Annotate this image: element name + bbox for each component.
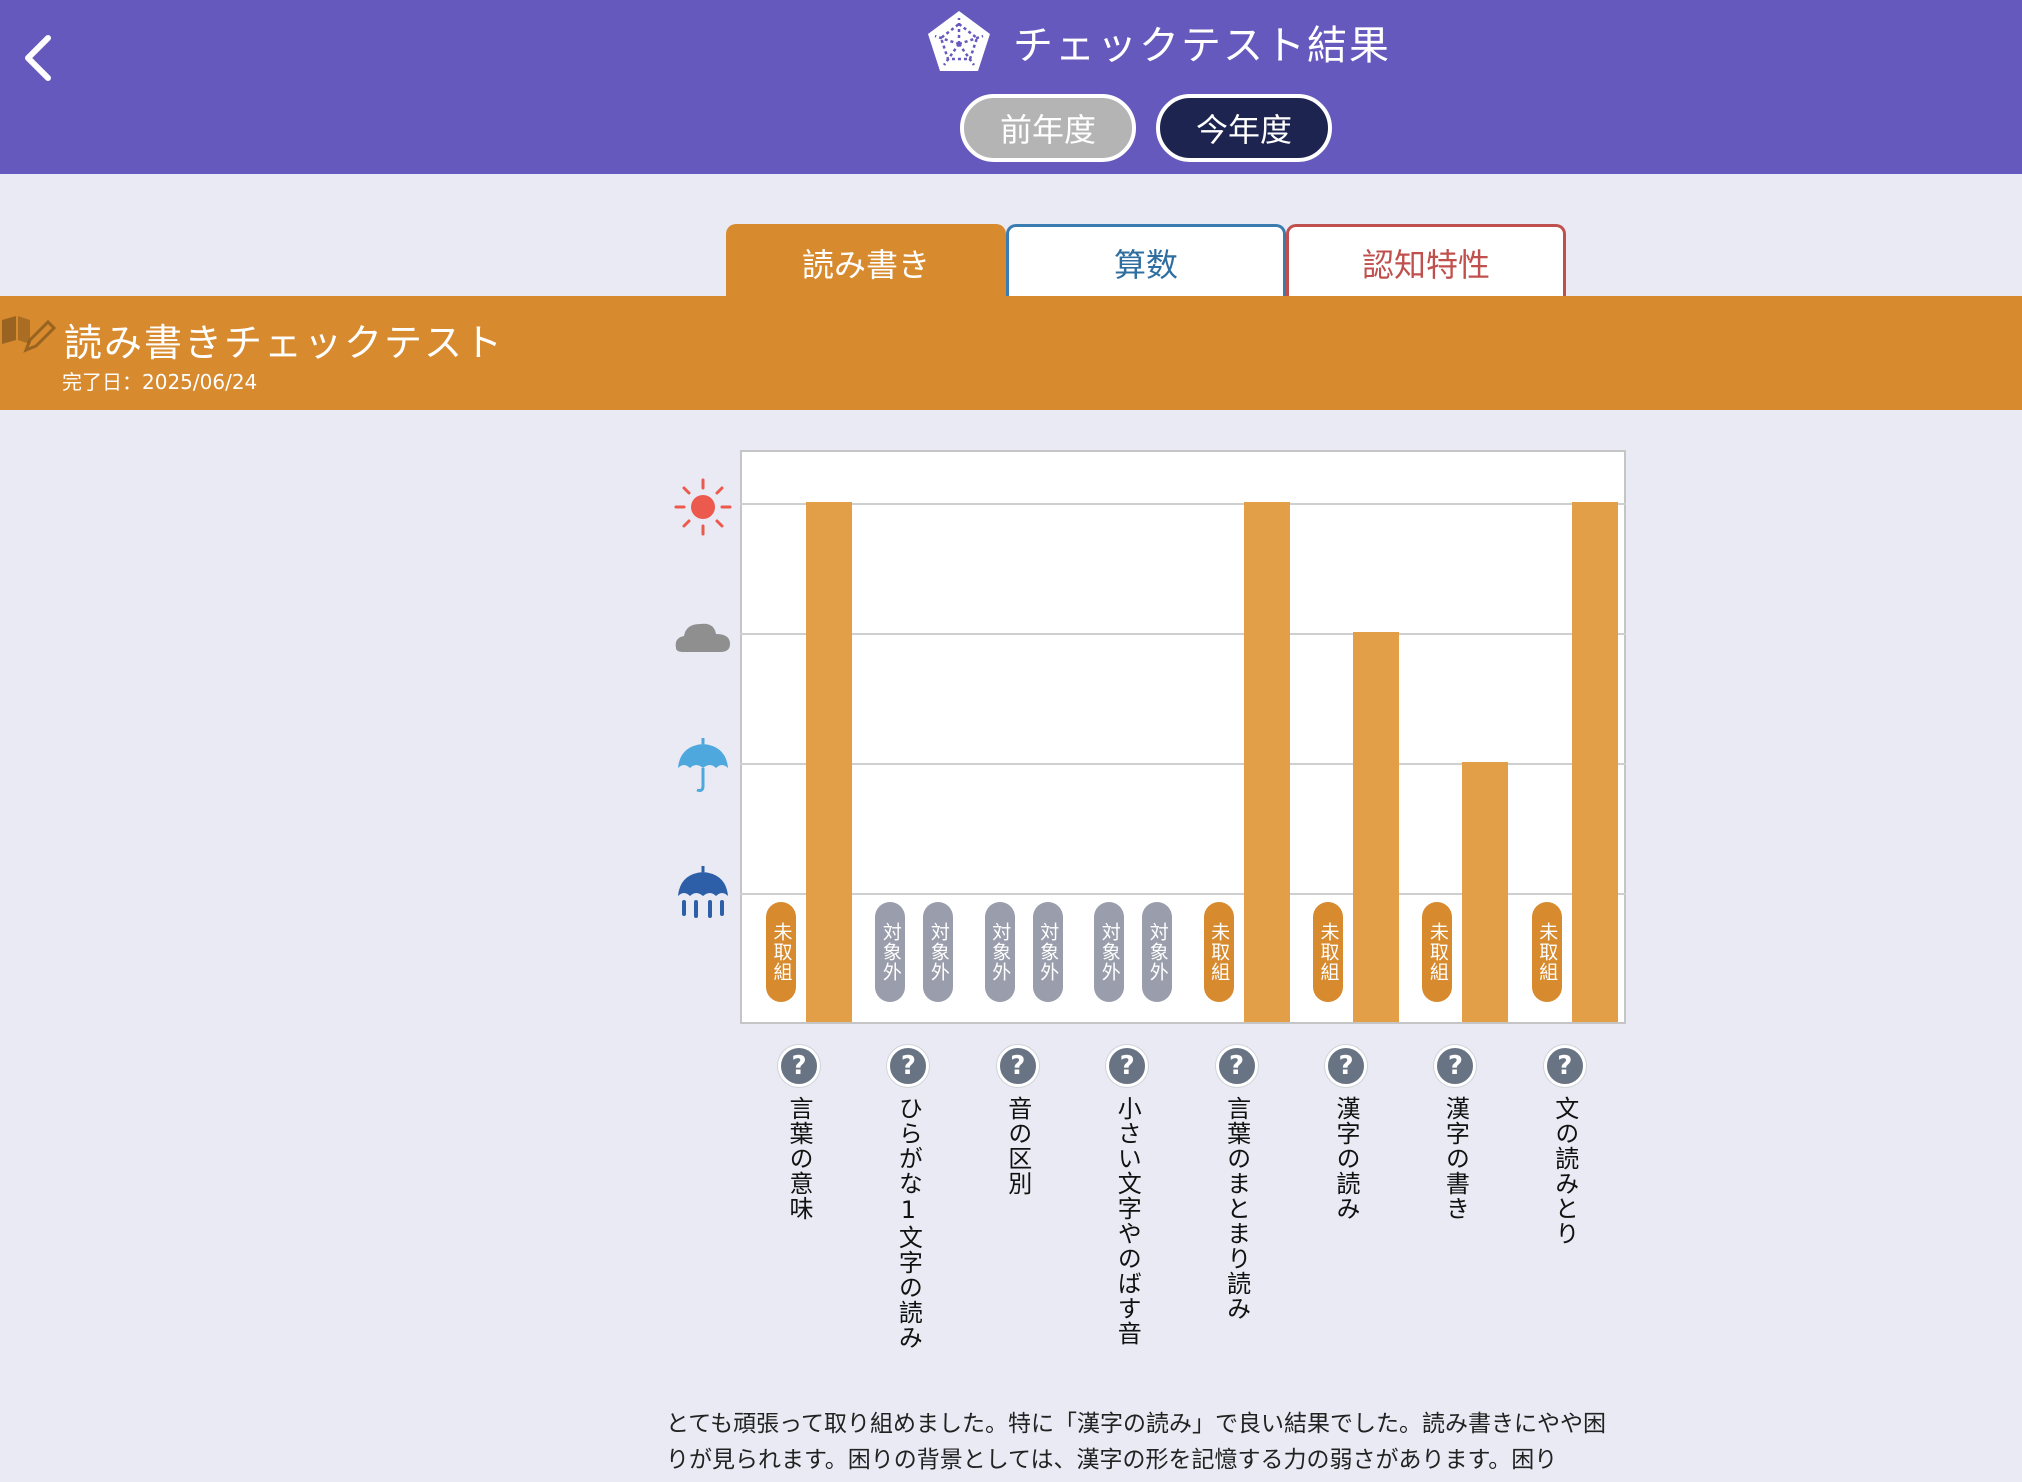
- previous-year-button[interactable]: 前年度: [960, 94, 1136, 162]
- question-circle-icon[interactable]: ?: [887, 1045, 930, 1087]
- not-applicable-badge: 対象外: [923, 902, 954, 1002]
- bar: [1571, 502, 1618, 1022]
- page-title: チェックテスト結果: [1013, 23, 1391, 69]
- category-label: ひらがな1文字の読み: [894, 1096, 923, 1350]
- pentagon-star-icon: [928, 11, 990, 71]
- not-attempted-badge: 未取組: [1422, 902, 1453, 1002]
- category-label: 言葉の意味: [785, 1096, 813, 1221]
- not-attempted-badge: 未取組: [766, 902, 796, 1002]
- question-circle-icon[interactable]: ?: [1215, 1045, 1258, 1087]
- not-applicable-badge: 対象外: [984, 902, 1015, 1002]
- category-label: 小さい文字やのばす音: [1113, 1096, 1142, 1346]
- gridline-level-3: [740, 633, 1626, 635]
- question-circle-icon[interactable]: ?: [1543, 1045, 1586, 1087]
- question-circle-icon[interactable]: ?: [1106, 1045, 1149, 1087]
- chevron-left-icon: [25, 35, 51, 81]
- not-attempted-badge: 未取組: [1203, 902, 1234, 1002]
- not-applicable-badge: 対象外: [875, 902, 906, 1002]
- bar: [1462, 762, 1509, 1022]
- tab-cognitive[interactable]: 認知特性: [1286, 224, 1566, 298]
- app-header: チェックテスト結果 前年度 今年度: [0, 0, 2022, 174]
- heavy-rain-icon: [678, 866, 728, 918]
- not-applicable-badge: 対象外: [1094, 902, 1125, 1002]
- not-applicable-badge: 対象外: [1142, 902, 1173, 1002]
- question-circle-icon[interactable]: ?: [1325, 1045, 1367, 1087]
- tab-reading-writing[interactable]: 読み書き: [726, 224, 1006, 302]
- category-label: 文の読みとり: [1550, 1096, 1579, 1246]
- current-year-button[interactable]: 今年度: [1156, 94, 1332, 162]
- sun-icon: [674, 478, 732, 536]
- bar: [806, 502, 852, 1022]
- gridline-level-4: [740, 503, 1626, 505]
- book-pencil-icon: [2, 316, 56, 353]
- title-area: チェックテスト結果: [925, 4, 1391, 80]
- section-title: 読み書きチェックテスト: [64, 321, 505, 365]
- question-circle-icon[interactable]: ?: [1434, 1045, 1477, 1087]
- bar: [1243, 502, 1290, 1022]
- completed-date: 完了日：2025/06/24: [62, 370, 258, 394]
- category-label: 漢字の書き: [1441, 1096, 1470, 1221]
- umbrella-icon: [678, 738, 728, 792]
- bar: [1353, 632, 1399, 1022]
- result-comment: とても頑張って取り組めました。特に「漢字の読み」で良い結果でした。読み書きにやや…: [666, 1411, 1607, 1473]
- not-attempted-badge: 未取組: [1531, 902, 1562, 1002]
- not-attempted-badge: 未取組: [1313, 902, 1343, 1002]
- category-label: 漢字の読み: [1332, 1096, 1360, 1221]
- cloud-icon: [675, 623, 730, 652]
- question-circle-icon[interactable]: ?: [778, 1045, 820, 1087]
- category-label: 音の区別: [1003, 1096, 1032, 1196]
- question-circle-icon[interactable]: ?: [996, 1045, 1039, 1087]
- category-label: 言葉のまとまり読み: [1222, 1096, 1251, 1321]
- tab-math[interactable]: 算数: [1006, 224, 1286, 298]
- not-applicable-badge: 対象外: [1032, 902, 1063, 1002]
- back-button[interactable]: [18, 16, 66, 88]
